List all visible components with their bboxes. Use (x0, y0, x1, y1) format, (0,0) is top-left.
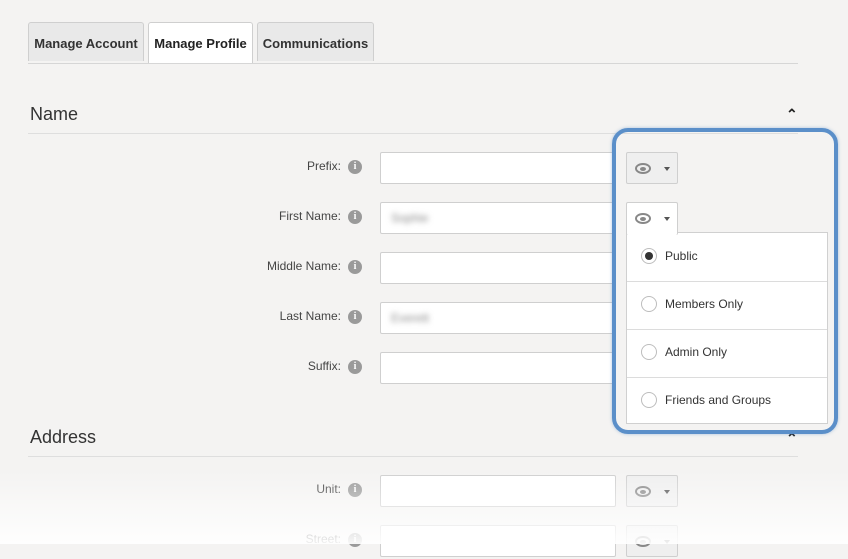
tab-manage-account[interactable]: Manage Account (28, 22, 144, 61)
section-divider (28, 456, 798, 457)
caret-down-icon (664, 217, 670, 221)
field-label: Middle Name: (266, 259, 341, 273)
info-icon[interactable]: i (348, 360, 362, 374)
field-label: Suffix: (307, 359, 341, 373)
eye-icon (635, 486, 651, 497)
form-row-first-name: First Name: i Sophie (0, 202, 848, 236)
visibility-option-admin-only[interactable]: Admin Only (627, 329, 827, 378)
radio-button[interactable] (641, 296, 657, 312)
visibility-menu: Public Members Only Admin Only Friends a… (626, 232, 828, 424)
option-label: Admin Only (665, 345, 728, 359)
visibility-dropdown-button[interactable] (626, 202, 678, 235)
option-label: Members Only (665, 297, 744, 311)
option-label: Public (665, 249, 698, 263)
suffix-input[interactable] (380, 352, 616, 384)
caret-down-icon (664, 490, 670, 494)
eye-icon (635, 163, 651, 174)
street-input[interactable] (380, 525, 616, 557)
field-label: Street: (305, 532, 341, 546)
radio-button[interactable] (641, 392, 657, 408)
visibility-option-public[interactable]: Public (627, 233, 827, 282)
last-name-input[interactable]: Everett (380, 302, 616, 334)
visibility-dropdown-button[interactable] (626, 475, 678, 507)
field-label: First Name: (278, 209, 341, 223)
info-icon[interactable]: i (348, 483, 362, 497)
form-row-street: Street: i (0, 525, 848, 559)
tab-manage-profile[interactable]: Manage Profile (148, 22, 253, 63)
info-icon[interactable]: i (348, 160, 362, 174)
unit-input[interactable] (380, 475, 616, 507)
section-title-address: Address (30, 427, 97, 447)
field-value: Everett (391, 311, 430, 325)
form-row-unit: Unit: i (0, 475, 848, 509)
form-row-prefix: Prefix: i (0, 152, 848, 186)
info-icon[interactable]: i (348, 310, 362, 324)
chevron-up-icon[interactable]: ⌃ (786, 106, 798, 123)
chevron-up-icon[interactable]: ⌃ (786, 430, 798, 447)
first-name-input[interactable]: Sophie (380, 202, 616, 234)
caret-down-icon (664, 167, 670, 171)
eye-icon (635, 213, 651, 224)
caret-down-icon (664, 540, 670, 544)
radio-button[interactable] (641, 248, 657, 264)
tab-communications[interactable]: Communications (257, 22, 374, 61)
field-label: Prefix: (306, 159, 341, 173)
eye-icon (635, 536, 651, 547)
visibility-dropdown-button[interactable] (626, 525, 678, 557)
section-divider (28, 133, 798, 134)
visibility-option-friends-and-groups[interactable]: Friends and Groups (627, 377, 827, 425)
tab-bar: Manage Account Manage Profile Communicat… (28, 22, 798, 64)
middle-name-input[interactable] (380, 252, 616, 284)
field-label: Unit: (316, 482, 341, 496)
visibility-dropdown-button[interactable] (626, 152, 678, 184)
option-label: Friends and Groups (665, 393, 772, 407)
visibility-option-members-only[interactable]: Members Only (627, 281, 827, 330)
field-value: Sophie (391, 211, 429, 225)
section-title-name: Name (30, 104, 79, 124)
prefix-input[interactable] (380, 152, 616, 184)
info-icon[interactable]: i (348, 210, 362, 224)
radio-button[interactable] (641, 344, 657, 360)
info-icon[interactable]: i (348, 533, 362, 547)
field-label: Last Name: (279, 309, 341, 323)
info-icon[interactable]: i (348, 260, 362, 274)
